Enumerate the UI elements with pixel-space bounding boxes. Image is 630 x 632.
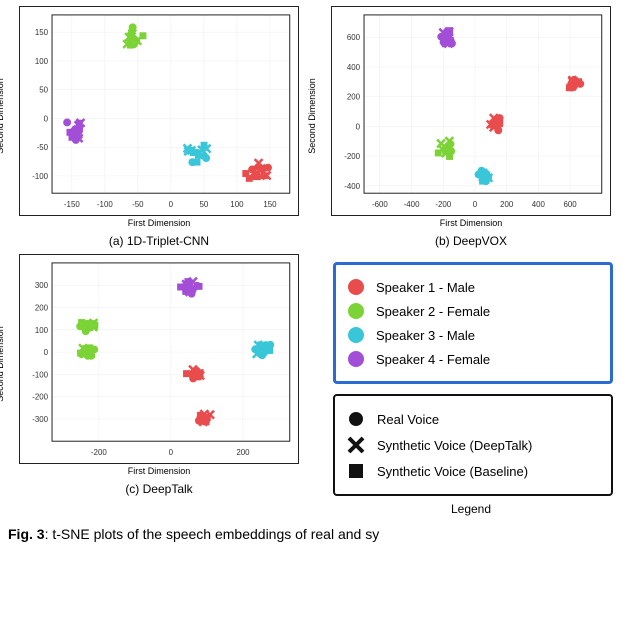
svg-text:-200: -200 [32, 393, 48, 402]
figure-caption: Fig. 3: t-SNE plots of the speech embedd… [0, 522, 630, 546]
plot-a: -150 -100 -50 0 50 100 150 -100 -50 0 50 100 150 [20, 7, 298, 215]
svg-text:200: 200 [236, 448, 250, 457]
svg-text:-600: -600 [372, 200, 388, 209]
svg-text:0: 0 [169, 448, 174, 457]
svg-text:100: 100 [230, 200, 244, 209]
legend-speaker-label: Speaker 1 - Male [376, 280, 475, 295]
svg-text:-100: -100 [97, 200, 113, 209]
xlabel-b: First Dimension [440, 218, 503, 228]
svg-text:200: 200 [347, 93, 361, 102]
svg-text:200: 200 [500, 200, 514, 209]
plot-c: -200 0 200 -300 -200 -100 0 100 200 300 [20, 255, 298, 463]
legend-speaker-label: Speaker 3 - Male [376, 328, 475, 343]
legend-speaker-label: Speaker 2 - Female [376, 304, 490, 319]
fig-label: Fig. 3 [8, 526, 45, 542]
legend-speaker-row: Speaker 1 - Male [348, 275, 598, 299]
svg-text:-300: -300 [32, 415, 48, 424]
legend-mark-row: Synthetic Voice (DeepTalk) [347, 432, 599, 458]
legend-mark-label: Synthetic Voice (Baseline) [377, 464, 528, 479]
svg-text:100: 100 [35, 57, 49, 66]
svg-text:400: 400 [347, 63, 361, 72]
svg-text:0: 0 [356, 122, 361, 131]
xlabel-a: First Dimension [128, 218, 191, 228]
svg-text:600: 600 [347, 33, 361, 42]
figure-grid: Second Dimension -150 -100 -50 0 50 100 150 -10… [0, 0, 630, 522]
legend-swatch [348, 279, 364, 295]
svg-text:0: 0 [169, 200, 174, 209]
svg-text:0: 0 [44, 348, 49, 357]
svg-text:600: 600 [563, 200, 577, 209]
caption-a: (a) 1D-Triplet-CNN [109, 234, 209, 248]
svg-text:150: 150 [263, 200, 277, 209]
legend-swatch [348, 303, 364, 319]
legend-speaker-row: Speaker 4 - Female [348, 347, 598, 371]
caption-legend: Legend [451, 502, 491, 516]
svg-text:-200: -200 [344, 152, 360, 161]
svg-text:400: 400 [532, 200, 546, 209]
chart-a: Second Dimension -150-100-50050100150-10… [19, 6, 299, 216]
caption-b: (b) DeepVOX [435, 234, 507, 248]
svg-text:-400: -400 [344, 182, 360, 191]
legend-speakers: Speaker 1 - Male Speaker 2 - Female Speake… [333, 262, 613, 384]
svg-text:0: 0 [44, 114, 49, 123]
svg-text:-100: -100 [32, 370, 48, 379]
svg-text:-50: -50 [37, 143, 49, 152]
xlabel-c: First Dimension [128, 466, 191, 476]
svg-text:-150: -150 [64, 200, 80, 209]
panel-a: Second Dimension -150-100-50050100150-10… [6, 6, 312, 248]
legend-column: Speaker 1 - Male Speaker 2 - Female Speake… [329, 254, 613, 496]
panel-legend: Speaker 1 - Male Speaker 2 - Female Speake… [318, 254, 624, 516]
legend-speaker-label: Speaker 4 - Female [376, 352, 490, 367]
legend-mark-label: Synthetic Voice (DeepTalk) [377, 438, 532, 453]
chart-b: Second Dimension -600-400-2000200400600-… [331, 6, 611, 216]
square-icon [347, 462, 365, 480]
fig-text: : t-SNE plots of the speech embeddings o… [45, 526, 380, 542]
chart-c: Second Dimension -2000200-300-200-100010… [19, 254, 299, 464]
circle-icon [347, 410, 365, 428]
svg-text:0: 0 [473, 200, 478, 209]
svg-text:50: 50 [39, 86, 48, 95]
svg-text:200: 200 [35, 303, 49, 312]
svg-text:-50: -50 [132, 200, 144, 209]
legend-speaker-row: Speaker 2 - Female [348, 299, 598, 323]
svg-text:-400: -400 [404, 200, 420, 209]
legend-mark-row: Synthetic Voice (Baseline) [347, 458, 599, 484]
legend-marks: Real Voice Synthetic Voice (DeepTalk) Synt… [333, 394, 613, 496]
svg-text:300: 300 [35, 281, 49, 290]
panel-c: Second Dimension -2000200-300-200-100010… [6, 254, 312, 516]
legend-mark-label: Real Voice [377, 412, 439, 427]
ylabel-c: Second Dimension [0, 326, 5, 402]
svg-text:50: 50 [200, 200, 209, 209]
svg-text:-200: -200 [91, 448, 107, 457]
x-icon [347, 436, 365, 454]
ylabel-b: Second Dimension [307, 78, 317, 154]
legend-swatch [348, 351, 364, 367]
legend-speaker-row: Speaker 3 - Male [348, 323, 598, 347]
svg-text:100: 100 [35, 326, 49, 335]
svg-text:150: 150 [35, 28, 49, 37]
caption-c: (c) DeepTalk [125, 482, 192, 496]
panel-b: Second Dimension -600-400-2000200400600-… [318, 6, 624, 248]
svg-text:-100: -100 [32, 172, 48, 181]
plot-b: -600 -400 -200 0 200 400 600 -400 -200 0 200 400 600 [332, 7, 610, 215]
legend-swatch [348, 327, 364, 343]
ylabel-a: Second Dimension [0, 78, 5, 154]
legend-mark-row: Real Voice [347, 406, 599, 432]
svg-text:-200: -200 [435, 200, 451, 209]
